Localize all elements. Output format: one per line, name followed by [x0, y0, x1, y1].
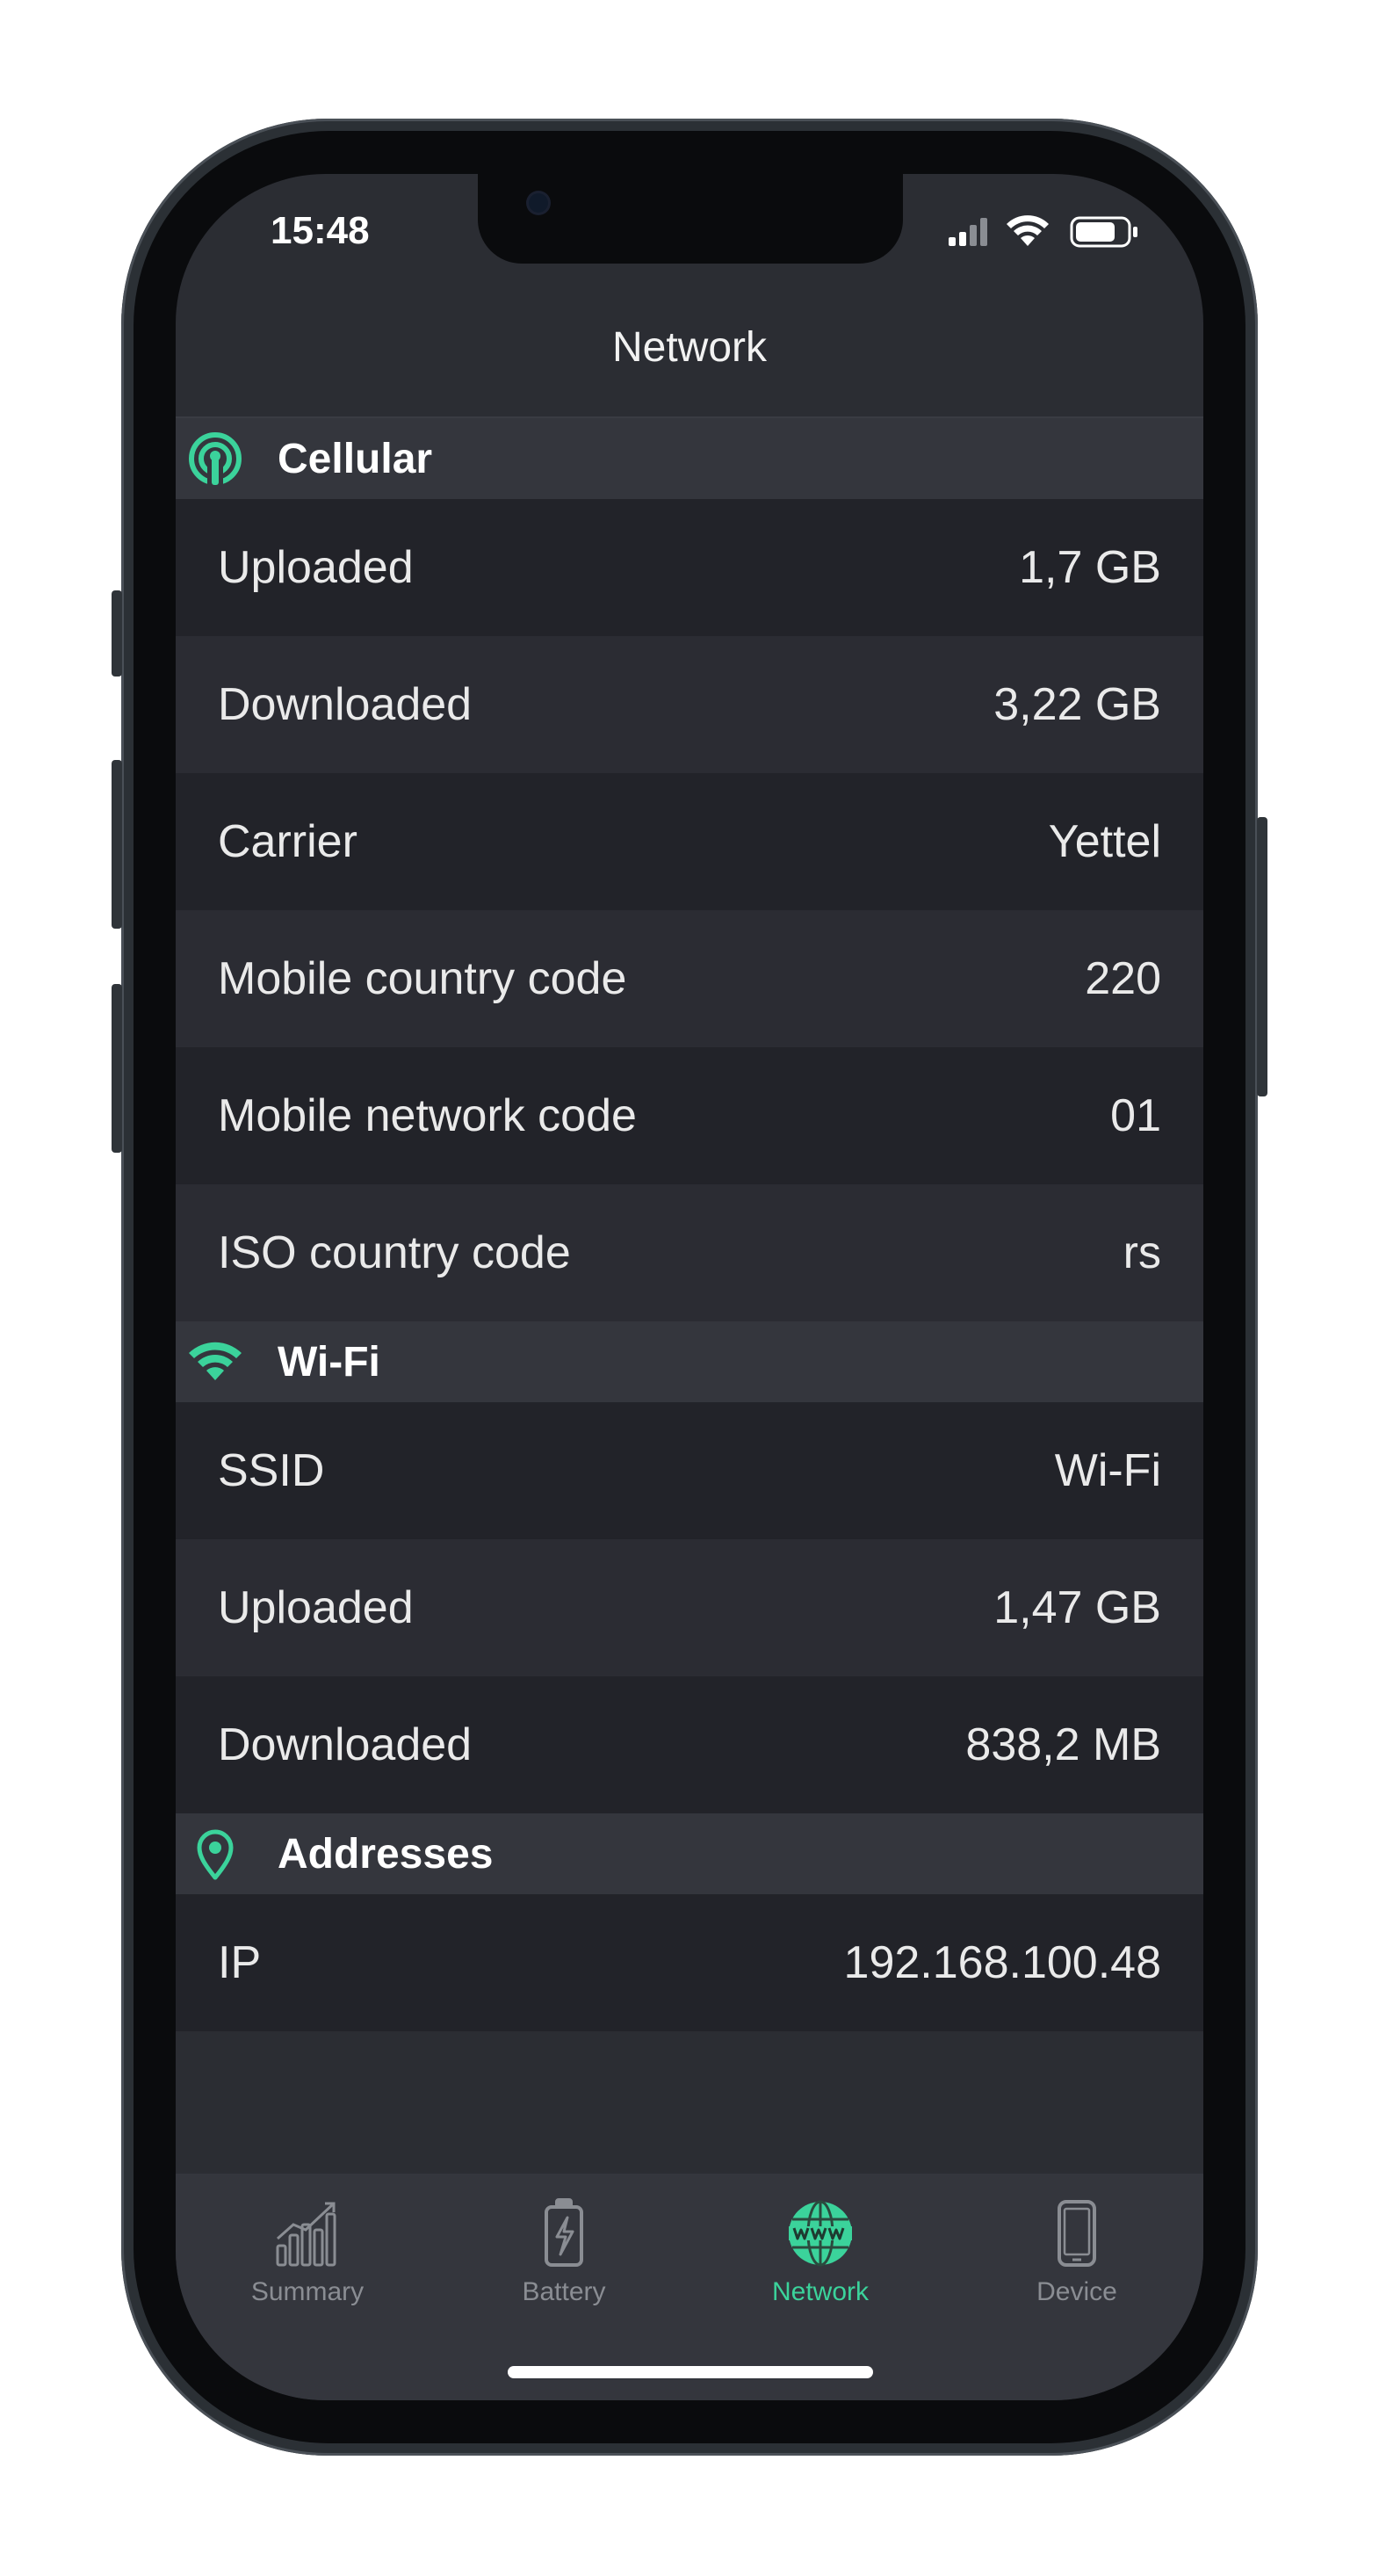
battery-icon: [458, 2193, 669, 2274]
section-title-addresses: Addresses: [278, 1830, 494, 1878]
row-label: ISO country code: [218, 1227, 571, 1278]
row-label: Mobile country code: [218, 953, 627, 1004]
power-button: [1257, 817, 1267, 1096]
info-row-carrier: Carrier Yettel: [176, 773, 1203, 910]
wifi-icon: [188, 1335, 242, 1389]
tab-label: Device: [1036, 2277, 1117, 2306]
notch: [478, 174, 903, 264]
network-list: Cellular Uploaded 1,7 GB Downloaded 3,22…: [176, 418, 1203, 2031]
row-value: 1,7 GB: [1019, 542, 1161, 593]
tab-device[interactable]: Device: [971, 2193, 1182, 2307]
home-indicator[interactable]: [508, 2366, 873, 2378]
globe-www-icon: [715, 2193, 926, 2274]
row-value: Wi-Fi: [1054, 1445, 1161, 1496]
tab-battery[interactable]: Battery: [458, 2193, 669, 2307]
row-label: IP: [218, 1937, 262, 1988]
info-row-cellular-uploaded: Uploaded 1,7 GB: [176, 499, 1203, 636]
section-header-cellular: Cellular: [176, 418, 1203, 499]
volume-up-button: [112, 760, 122, 929]
app-screen: 15:48 Network Cellular Uploaded 1,7 GB D…: [176, 174, 1203, 2400]
row-label: Mobile network code: [218, 1090, 637, 1141]
location-pin-icon: [188, 1827, 242, 1881]
info-row-wifi-downloaded: Downloaded 838,2 MB: [176, 1676, 1203, 1813]
status-icons: [949, 213, 1142, 251]
row-label: Downloaded: [218, 679, 473, 730]
row-value: 1,47 GB: [993, 1582, 1161, 1633]
silent-switch: [112, 590, 122, 677]
row-value: 220: [1085, 953, 1161, 1004]
tab-label: Network: [771, 2277, 870, 2306]
row-value: 3,22 GB: [993, 679, 1161, 730]
info-row-ssid: SSID Wi-Fi: [176, 1402, 1203, 1539]
info-row-cellular-downloaded: Downloaded 3,22 GB: [176, 636, 1203, 773]
row-label: Uploaded: [218, 1582, 414, 1633]
battery-status-icon: [1070, 216, 1137, 248]
row-value: 192.168.100.48: [843, 1937, 1161, 1988]
tab-summary[interactable]: Summary: [202, 2193, 413, 2307]
phone-device-icon: [971, 2193, 1182, 2274]
wifi-status-icon: [1007, 215, 1049, 246]
row-value: rs: [1123, 1227, 1161, 1278]
info-row-mobile-country-code: Mobile country code 220: [176, 910, 1203, 1047]
section-title-cellular: Cellular: [278, 435, 433, 482]
row-value: 01: [1110, 1090, 1161, 1141]
cellular-antenna-icon: [188, 431, 242, 486]
section-header-addresses: Addresses: [176, 1813, 1203, 1894]
volume-down-button: [112, 984, 122, 1153]
tab-network[interactable]: Network: [715, 2193, 926, 2307]
row-value: 838,2 MB: [965, 1719, 1161, 1770]
row-label: Downloaded: [218, 1719, 473, 1770]
info-row-wifi-uploaded: Uploaded 1,47 GB: [176, 1539, 1203, 1676]
row-label: SSID: [218, 1445, 325, 1496]
row-label: Carrier: [218, 816, 357, 867]
info-row-ip: IP 192.168.100.48: [176, 1894, 1203, 2031]
section-title-wifi: Wi-Fi: [278, 1338, 380, 1386]
signal-icon: [949, 215, 1137, 248]
bar-chart-icon: [202, 2193, 413, 2274]
tab-label: Battery: [522, 2277, 606, 2306]
status-time: 15:48: [271, 209, 370, 252]
info-row-iso-country-code: ISO country code rs: [176, 1184, 1203, 1321]
info-row-mobile-network-code: Mobile network code 01: [176, 1047, 1203, 1184]
tab-label: Summary: [250, 2277, 365, 2306]
page-title: Network: [611, 324, 768, 371]
section-header-wifi: Wi-Fi: [176, 1321, 1203, 1402]
row-value: Yettel: [1048, 816, 1161, 867]
front-camera: [529, 193, 548, 213]
row-label: Uploaded: [218, 542, 414, 593]
